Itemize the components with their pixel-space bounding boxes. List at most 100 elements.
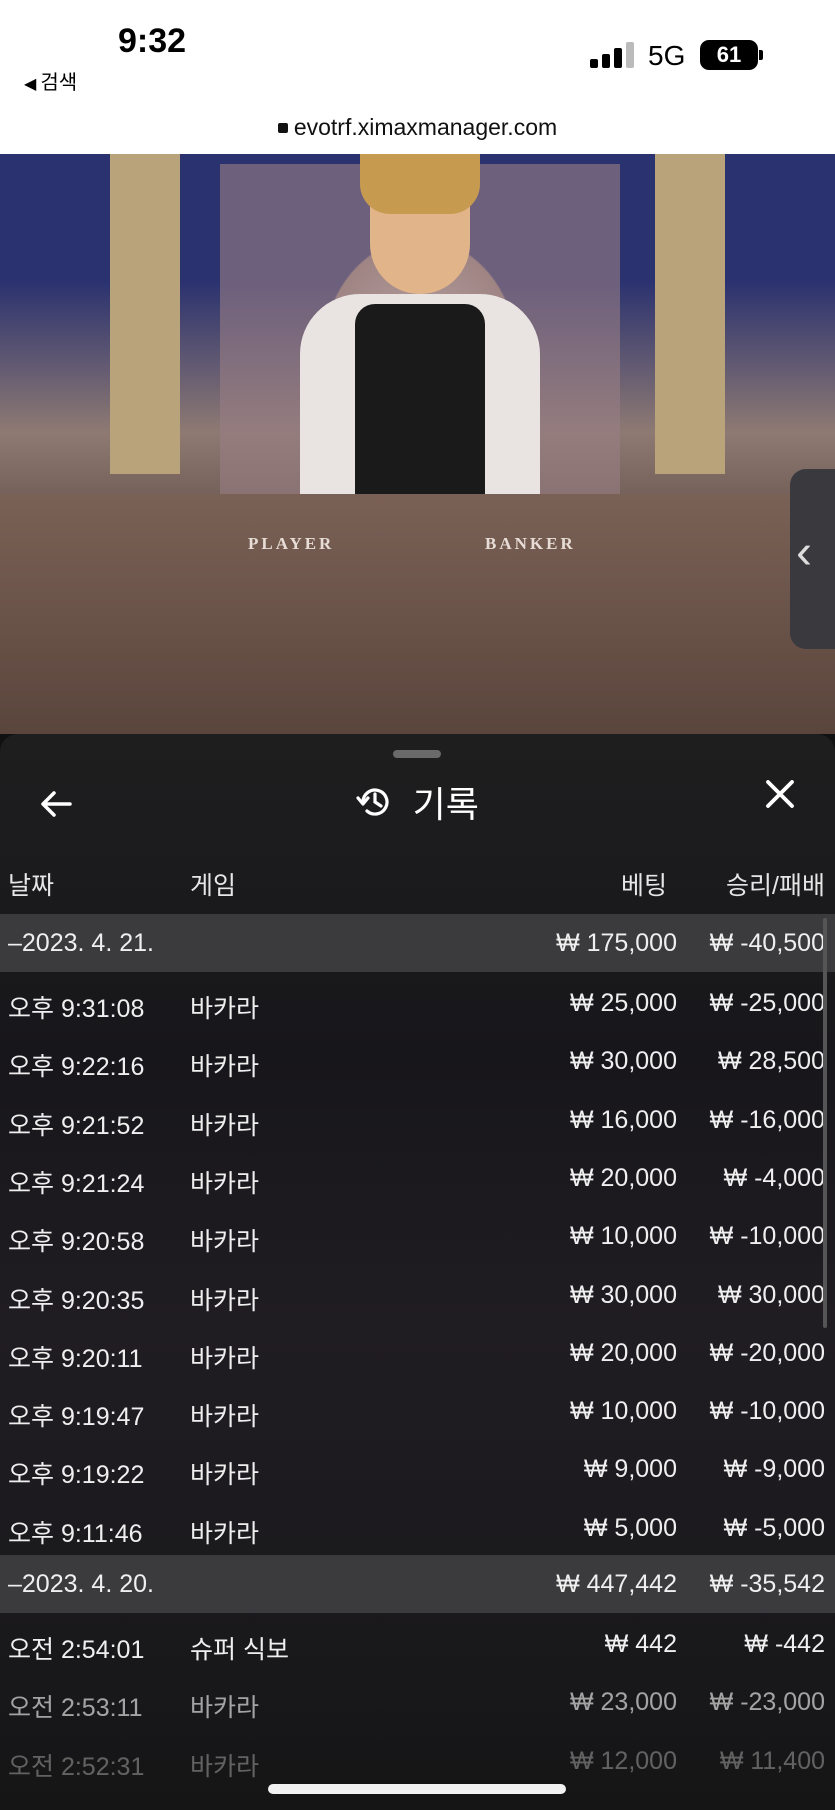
close-button[interactable]	[758, 774, 802, 818]
row-game: 바카라	[190, 1169, 260, 1198]
history-row[interactable]: 오후 9:21:24 바카라 ₩ 20,000 ₩ -4,000	[0, 1149, 835, 1207]
row-bet: ₩ 12,000	[569, 1746, 677, 1775]
baccarat-table	[0, 494, 835, 734]
history-row[interactable]: 오후 9:19:22 바카라 ₩ 9,000 ₩ -9,000	[0, 1440, 835, 1498]
row-result: ₩ 30,000	[717, 1280, 825, 1309]
row-game: 슈퍼 식보	[190, 1636, 289, 1664]
row-time: 오후 9:31:08	[8, 995, 145, 1023]
column-header-bet: 베팅	[620, 872, 667, 900]
network-type: 5G	[648, 40, 686, 71]
row-bet: ₩ 23,000	[569, 1688, 677, 1717]
status-bar: 9:32 ◀ 검색 5G 61	[0, 0, 835, 110]
row-bet: ₩ 442	[604, 1630, 677, 1658]
row-bet: ₩ 25,000	[569, 989, 677, 1017]
history-row[interactable]: 오전 2:54:01 슈퍼 식보 ₩ 442 ₩ -442	[0, 1615, 835, 1673]
date-group-header[interactable]: –2023. 4. 20. ₩ 447,442 ₩ -35,542	[0, 1555, 835, 1613]
history-row[interactable]: 오후 9:20:58 바카라 ₩ 10,000 ₩ -10,000	[0, 1207, 835, 1265]
row-time: 오후 9:22:16	[8, 1053, 145, 1082]
url-bar[interactable]: evotrf.ximaxmanager.com	[0, 110, 835, 155]
row-result: ₩ -10,000	[709, 1397, 825, 1426]
column-header-result: 승리/패배	[726, 872, 825, 900]
row-bet: ₩ 10,000	[569, 1397, 677, 1426]
sheet-title: 기록	[0, 776, 835, 828]
close-icon	[766, 780, 794, 808]
row-bet: ₩ 16,000	[569, 1105, 677, 1134]
chevron-left-icon: ‹	[796, 526, 812, 579]
row-time: 오후 9:19:22	[8, 1461, 145, 1490]
back-triangle-icon: ◀	[24, 76, 37, 93]
battery-tip	[759, 50, 763, 60]
row-game: 바카라	[190, 1752, 260, 1781]
sheet-grabber[interactable]	[393, 750, 441, 758]
history-row[interactable]: 오전 2:52:31 바카라 ₩ 12,000 ₩ 11,400	[0, 1732, 835, 1790]
back-to-search-link[interactable]: ◀ 검색	[24, 66, 77, 95]
row-result: ₩ -23,000	[709, 1688, 825, 1717]
column-header-date: 날짜	[8, 872, 55, 900]
row-result: ₩ -5,000	[723, 1513, 825, 1542]
battery-level: 61	[716, 42, 742, 67]
history-sheet: 기록 날짜 게임 베팅 승리/패배 –2023. 4. 21. ₩ 175,000…	[0, 734, 835, 1810]
left-pillar	[110, 154, 180, 474]
history-row[interactable]: 오후 9:11:46 바카라 ₩ 5,000 ₩ -5,000	[0, 1499, 835, 1557]
history-row[interactable]: 오전 2:53:11 바카라 ₩ 23,000 ₩ -23,000	[0, 1673, 835, 1731]
banker-label: BANKER	[485, 534, 576, 553]
row-bet: ₩ 30,000	[569, 1280, 677, 1309]
history-row[interactable]: 오후 9:31:08 바카라 ₩ 25,000 ₩ -25,000	[0, 974, 835, 1032]
group-total-bet: ₩ 447,442	[556, 1570, 677, 1598]
row-time: 오후 9:21:52	[8, 1111, 145, 1140]
lock-icon	[277, 123, 288, 133]
row-result: ₩ 28,500	[717, 1047, 825, 1076]
row-result: ₩ 11,400	[719, 1746, 825, 1775]
row-bet: ₩ 20,000	[569, 1338, 677, 1367]
back-label: 검색	[40, 72, 78, 94]
history-row[interactable]: 오후 9:22:16 바카라 ₩ 30,000 ₩ 28,500	[0, 1032, 835, 1090]
history-row[interactable]: 오후 9:21:52 바카라 ₩ 16,000 ₩ -16,000	[0, 1091, 835, 1149]
group-total-bet: ₩ 175,000	[556, 929, 677, 957]
row-game: 바카라	[190, 1519, 260, 1548]
row-result: ₩ -442	[744, 1630, 825, 1658]
row-time: 오전 2:54:01	[8, 1636, 145, 1664]
history-row[interactable]: 오후 9:20:35 바카라 ₩ 30,000 ₩ 30,000	[0, 1266, 835, 1324]
row-game: 바카라	[190, 1053, 260, 1082]
side-panel-handle[interactable]: ‹	[790, 469, 835, 649]
row-game: 바카라	[190, 1228, 260, 1257]
history-row[interactable]: 오후 9:20:11 바카라 ₩ 20,000 ₩ -20,000	[0, 1324, 835, 1382]
row-result: ₩ -9,000	[723, 1455, 825, 1484]
group-date: –2023. 4. 20.	[8, 1570, 154, 1598]
row-time: 오후 9:20:11	[8, 1344, 143, 1373]
row-bet: ₩ 30,000	[569, 1047, 677, 1076]
dealer-hair	[360, 154, 480, 214]
row-time: 오후 9:11:46	[8, 1519, 143, 1548]
row-result: ₩ -25,000	[709, 989, 825, 1017]
title-text: 기록	[412, 784, 479, 825]
row-time: 오후 9:19:47	[8, 1403, 145, 1432]
row-game: 바카라	[190, 1111, 260, 1140]
row-game: 바카라	[190, 1403, 260, 1432]
right-pillar	[655, 154, 725, 474]
row-game: 바카라	[190, 1286, 260, 1315]
row-bet: ₩ 20,000	[569, 1163, 677, 1192]
row-time: 오후 9:20:58	[8, 1228, 145, 1257]
row-game: 바카라	[190, 995, 260, 1023]
row-result: ₩ -4,000	[723, 1163, 825, 1192]
row-time: 오전 2:53:11	[8, 1694, 143, 1723]
scrollbar[interactable]	[823, 918, 827, 1328]
row-game: 바카라	[190, 1461, 260, 1490]
group-total-result: ₩ -35,542	[709, 1570, 825, 1598]
row-bet: ₩ 10,000	[569, 1222, 677, 1251]
home-indicator[interactable]	[268, 1784, 566, 1794]
row-result: ₩ -20,000	[709, 1338, 825, 1367]
dealer-vest	[355, 304, 485, 524]
column-header-game: 게임	[190, 872, 237, 900]
battery-icon: 61	[700, 40, 758, 70]
history-row[interactable]: 오후 9:19:47 바카라 ₩ 10,000 ₩ -10,000	[0, 1382, 835, 1440]
row-time: 오전 2:52:31	[8, 1752, 145, 1781]
date-group-header[interactable]: –2023. 4. 21. ₩ 175,000 ₩ -40,500	[0, 914, 835, 972]
row-time: 오후 9:21:24	[8, 1169, 145, 1198]
row-game: 바카라	[190, 1344, 260, 1373]
signal-icon	[590, 42, 636, 68]
row-bet: ₩ 9,000	[583, 1455, 677, 1484]
row-result: ₩ -10,000	[709, 1222, 825, 1251]
row-result: ₩ -16,000	[709, 1105, 825, 1134]
player-label: PLAYER	[248, 534, 335, 553]
